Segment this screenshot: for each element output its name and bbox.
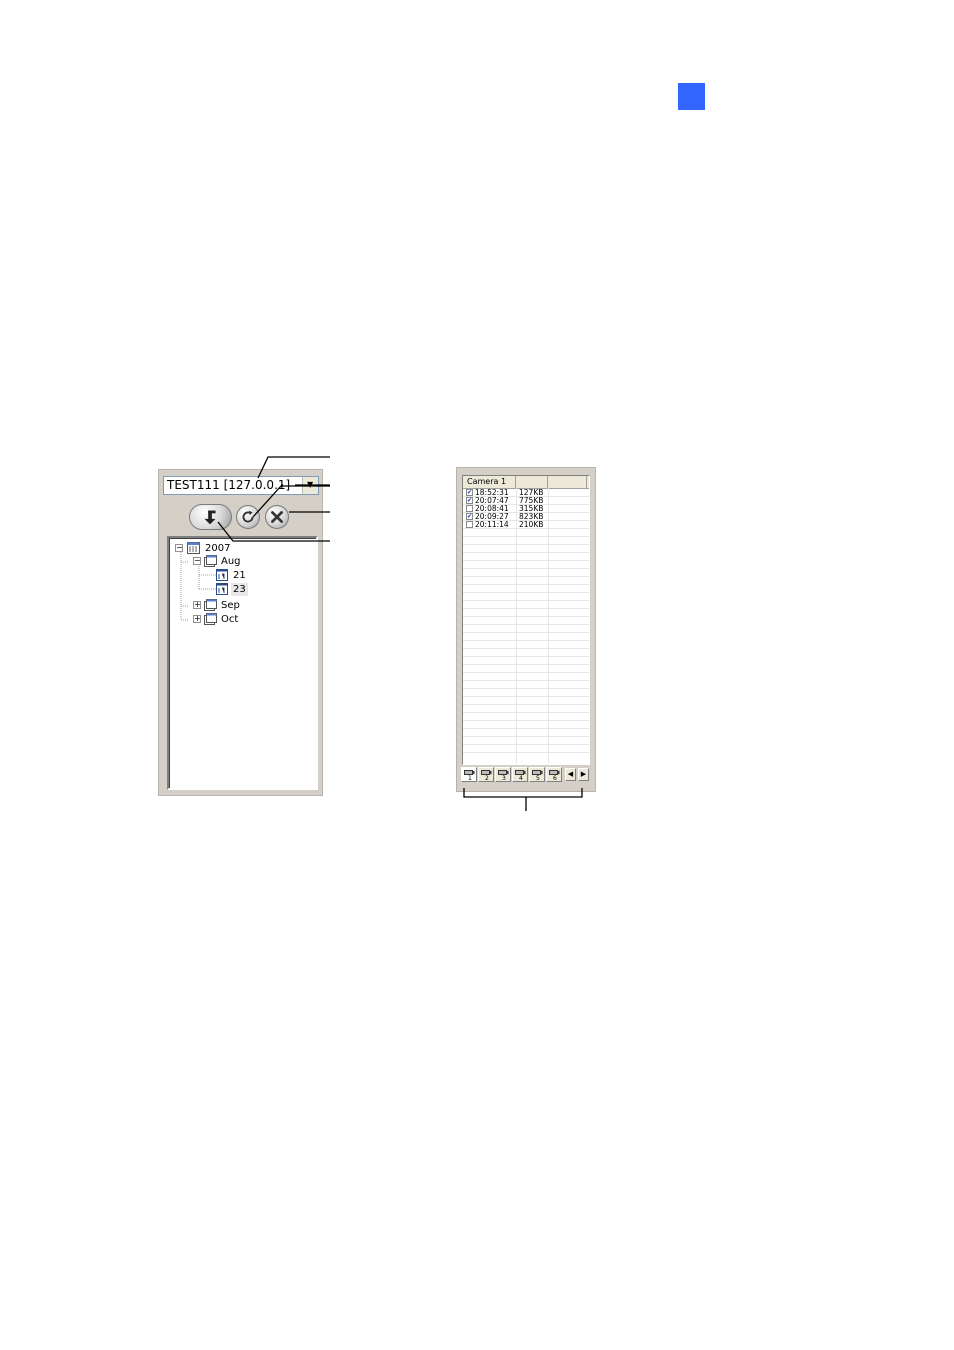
- callout-line-download: [217, 521, 330, 542]
- callout-lines: [217, 456, 583, 811]
- callout-line-server: [257, 456, 330, 479]
- callout-bracket-tabs: [463, 788, 583, 811]
